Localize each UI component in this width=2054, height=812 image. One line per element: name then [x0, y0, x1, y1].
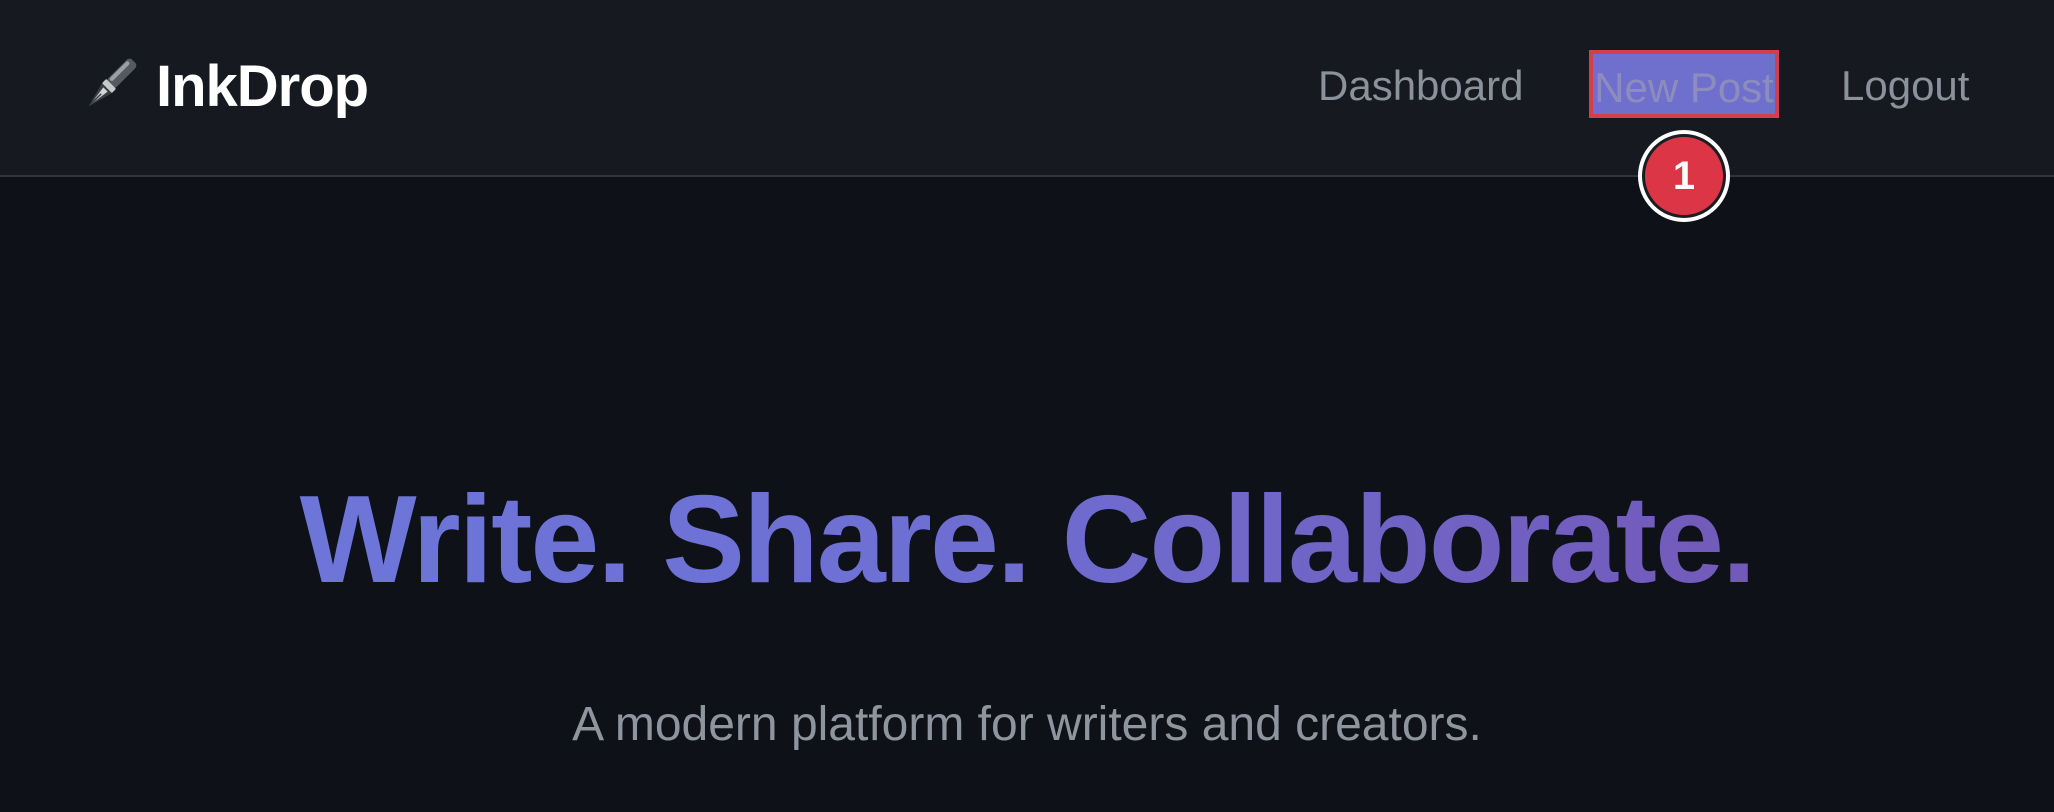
fountain-pen-icon	[88, 58, 137, 107]
brand-name: InkDrop	[156, 53, 369, 119]
nav-link-new-post[interactable]: New Post	[1589, 50, 1779, 118]
annotation-marker-label: 1	[1642, 134, 1726, 218]
top-navbar: InkDrop Dashboard New Post Logout	[0, 0, 2054, 177]
brand-logo-link[interactable]: InkDrop	[76, 48, 369, 124]
nav-link-dashboard[interactable]: Dashboard	[1318, 58, 1523, 114]
annotation-marker: 1	[1638, 130, 1730, 222]
hero-title: Write. Share. Collaborate.	[0, 470, 2054, 610]
nav-link-logout[interactable]: Logout	[1841, 58, 1969, 114]
hero-subtitle: A modern platform for writers and creato…	[572, 698, 1482, 751]
